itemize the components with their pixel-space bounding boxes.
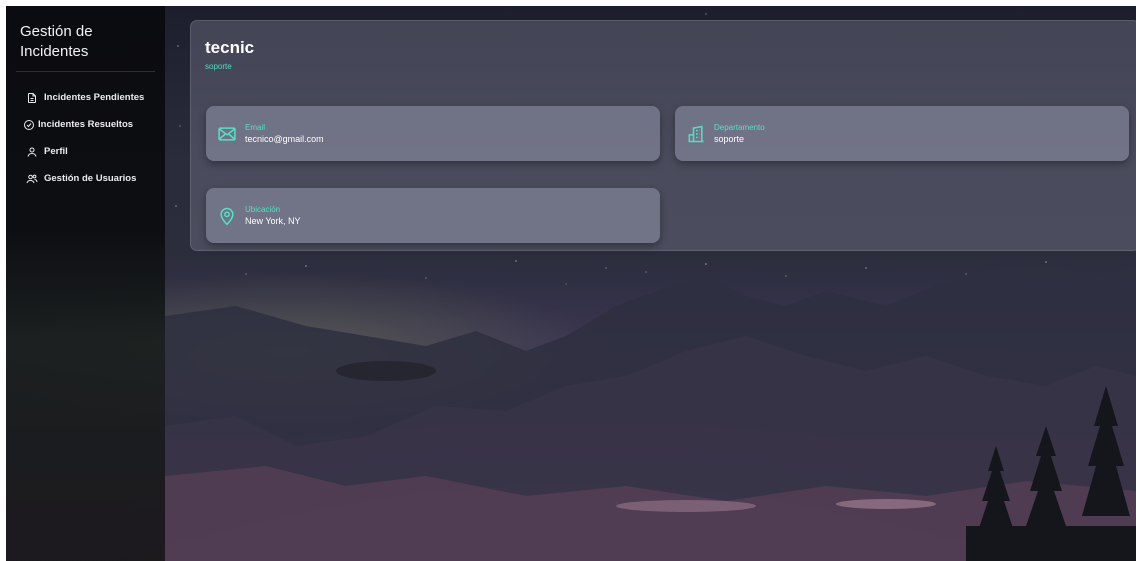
building-icon xyxy=(688,125,704,142)
sidebar-item-label: Incidentes Resueltos xyxy=(38,119,134,130)
mail-icon xyxy=(218,126,236,141)
user-role: soporte xyxy=(205,62,232,71)
email-card-text: Email tecnico@gmail.com xyxy=(245,122,324,146)
location-label: Ubicación xyxy=(245,204,281,214)
sidebar-item-label: Incidentes Pendientes xyxy=(44,92,145,103)
sidebar-nav: Incidentes Pendientes Incidentes Resuelt… xyxy=(6,84,165,192)
sidebar-divider xyxy=(16,71,155,72)
sidebar-item-incidentes-pendientes[interactable]: Incidentes Pendientes xyxy=(26,84,165,111)
email-label: Email xyxy=(245,122,266,132)
user-icon xyxy=(27,147,37,157)
sidebar-item-perfil[interactable]: Perfil xyxy=(26,138,165,165)
department-value: soporte xyxy=(714,133,745,144)
sidebar-item-label: Gestión de Usuarios xyxy=(44,173,137,184)
users-icon xyxy=(26,174,38,183)
sidebar-title: Gestión de Incidentes xyxy=(20,23,93,60)
sidebar-item-gestion-usuarios[interactable]: Gestión de Usuarios xyxy=(26,165,165,192)
profile-panel: tecnic soporte Email tecnico@gmail.com D… xyxy=(190,20,1136,251)
map-pin-icon xyxy=(220,207,234,225)
user-name: tecnic xyxy=(205,38,255,57)
department-card: Departamento soporte xyxy=(675,106,1129,161)
department-label: Departamento xyxy=(714,122,765,132)
sidebar-item-label: Perfil xyxy=(44,146,68,157)
location-card-text: Ubicación New York, NY xyxy=(245,204,301,228)
location-value: New York, NY xyxy=(245,215,301,226)
email-card: Email tecnico@gmail.com xyxy=(206,106,660,161)
check-circle-icon xyxy=(24,119,34,130)
sidebar-item-incidentes-resueltos[interactable]: Incidentes Resueltos xyxy=(23,111,165,138)
department-card-text: Departamento soporte xyxy=(714,122,765,146)
email-value: tecnico@gmail.com xyxy=(245,133,324,144)
document-icon xyxy=(28,92,36,103)
app-viewport: Gestión de Incidentes Incidentes Pendien… xyxy=(6,6,1136,561)
location-card: Ubicación New York, NY xyxy=(206,188,660,243)
sidebar: Gestión de Incidentes Incidentes Pendien… xyxy=(6,6,165,561)
